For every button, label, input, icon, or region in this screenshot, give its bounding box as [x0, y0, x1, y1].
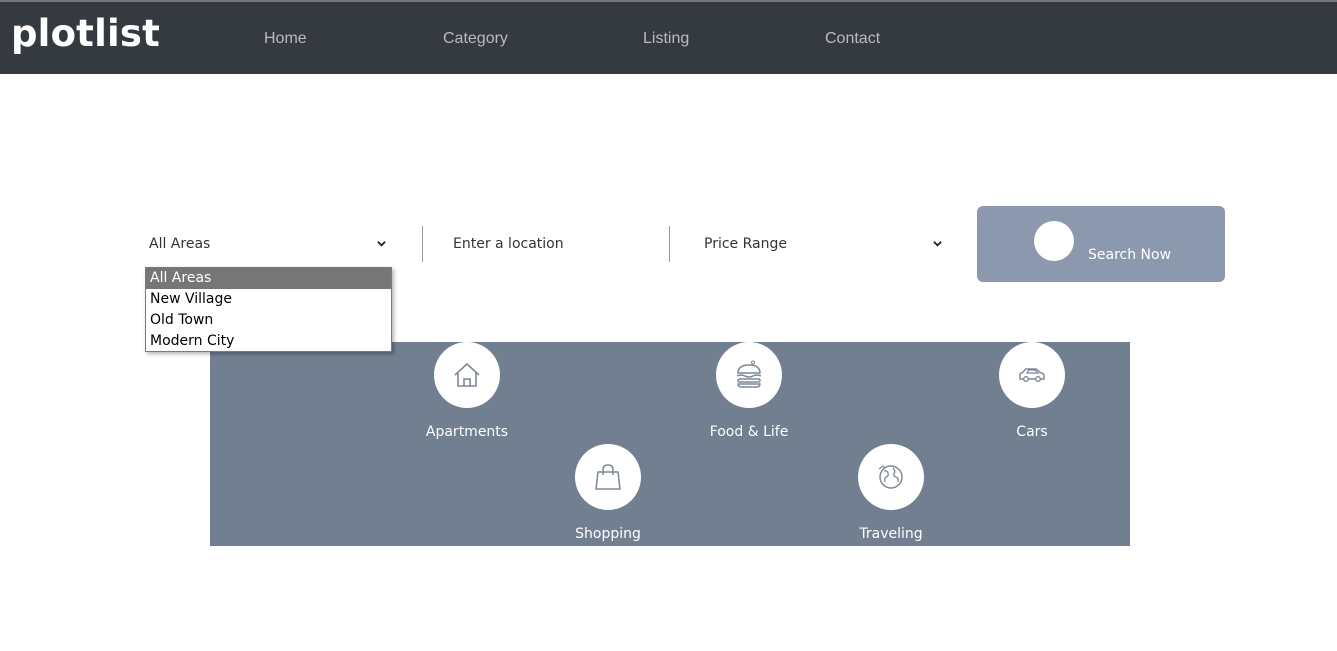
area-dropdown-list: All Areas New Village Old Town Modern Ci…: [145, 267, 392, 352]
category-food-life[interactable]: Food & Life: [679, 342, 819, 442]
category-label: Apartments: [425, 424, 509, 440]
area-option-modern-city[interactable]: Modern City: [146, 331, 391, 352]
chevron-down-icon: [377, 241, 386, 247]
price-range-select[interactable]: Price Range: [704, 226, 946, 262]
search-divider: [422, 226, 423, 262]
search-now-button[interactable]: Search Now: [977, 206, 1225, 282]
area-option-new-village[interactable]: New Village: [146, 289, 391, 310]
burger-icon: [716, 342, 782, 408]
category-traveling[interactable]: Traveling: [821, 444, 961, 544]
area-option-all-areas[interactable]: All Areas: [146, 268, 391, 289]
nav-home[interactable]: Home: [264, 30, 307, 48]
area-select-value: All Areas: [149, 236, 211, 252]
price-range-value: Price Range: [704, 236, 787, 252]
car-icon: [999, 342, 1065, 408]
nav-contact[interactable]: Contact: [825, 30, 880, 48]
top-navbar: plotlist Home Category Listing Contact: [0, 0, 1337, 74]
nav-category[interactable]: Category: [443, 30, 508, 48]
search-now-label: Search Now: [1088, 247, 1172, 263]
chevron-down-icon: [933, 241, 942, 247]
brand-logo[interactable]: plotlist: [11, 12, 160, 55]
category-label: Traveling: [859, 526, 923, 542]
location-input-placeholder: Enter a location: [453, 236, 564, 252]
search-divider: [669, 226, 670, 262]
location-input[interactable]: Enter a location: [453, 226, 653, 262]
area-option-old-town[interactable]: Old Town: [146, 310, 391, 331]
category-label: Cars: [1016, 424, 1048, 440]
category-label: Food & Life: [709, 424, 789, 440]
category-apartments[interactable]: Apartments: [397, 342, 537, 442]
category-shopping[interactable]: Shopping: [538, 444, 678, 544]
nav-listing[interactable]: Listing: [643, 30, 689, 48]
category-panel: Apartments Food & Life Cars Shopping Tra…: [210, 342, 1130, 546]
area-select[interactable]: All Areas: [149, 226, 391, 262]
search-icon: [1034, 221, 1074, 261]
shopping-bag-icon: [575, 444, 641, 510]
globe-icon: [858, 444, 924, 510]
category-cars[interactable]: Cars: [962, 342, 1102, 442]
category-label: Shopping: [575, 526, 641, 542]
house-icon: [434, 342, 500, 408]
